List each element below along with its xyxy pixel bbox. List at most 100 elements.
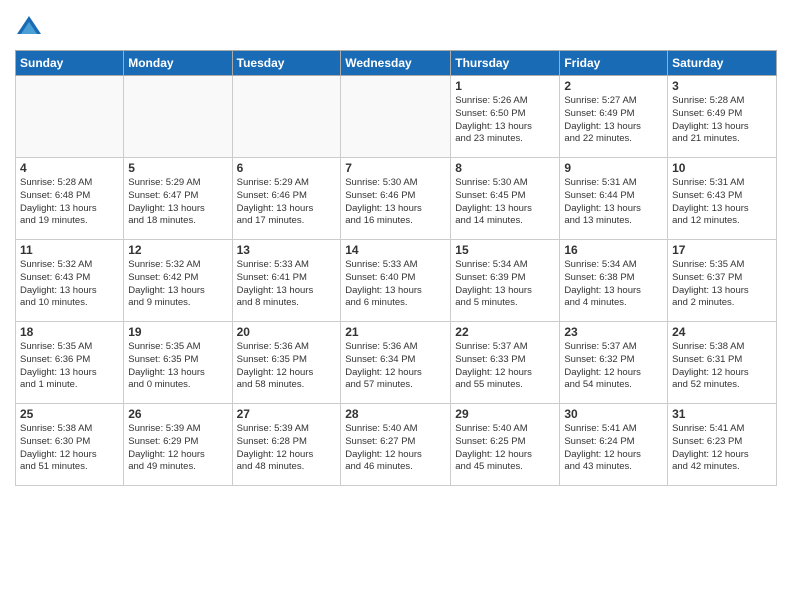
calendar-header-row: SundayMondayTuesdayWednesdayThursdayFrid… [16,51,777,76]
day-number: 31 [672,407,772,421]
day-number: 19 [128,325,227,339]
calendar-cell: 9Sunrise: 5:31 AM Sunset: 6:44 PM Daylig… [560,158,668,240]
calendar-week-4: 18Sunrise: 5:35 AM Sunset: 6:36 PM Dayli… [16,322,777,404]
day-number: 16 [564,243,663,257]
cell-content: Sunrise: 5:35 AM Sunset: 6:35 PM Dayligh… [128,341,227,392]
calendar-cell: 28 Sunrise: 5:40 AM Sunset: 6:27 PM Dayli… [341,404,451,486]
cell-content: Sunrise: 5:34 AM Sunset: 6:38 PM Dayligh… [564,259,663,310]
calendar-week-2: 4 Sunrise: 5:28 AM Sunset: 6:48 PM Daylig… [16,158,777,240]
day-number: 29 [455,407,555,421]
day-number: 13 [237,243,337,257]
calendar-cell: 17 Sunrise: 5:35 AM Sunset: 6:37 PM Dayli… [668,240,777,322]
day-number: 30 [564,407,663,421]
cell-content: Sunrise: 5:41 AM Sunset: 6:23 PM Dayligh… [672,423,772,474]
calendar-cell: 23 Sunrise: 5:37 AM Sunset: 6:32 PM Dayli… [560,322,668,404]
calendar-cell: 6 Sunrise: 5:29 AM Sunset: 6:46 PM Daylig… [232,158,341,240]
cell-content: Sunrise: 5:34 AM Sunset: 6:39 PM Dayligh… [455,259,555,310]
calendar-table: SundayMondayTuesdayWednesdayThursdayFrid… [15,50,777,486]
day-number: 20 [237,325,337,339]
day-number: 23 [564,325,663,339]
cell-content: Sunrise: 5:37 AM Sunset: 6:32 PM Dayligh… [564,341,663,392]
calendar-header-saturday: Saturday [668,51,777,76]
calendar-cell: 26 Sunrise: 5:39 AM Sunset: 6:29 PM Dayli… [124,404,232,486]
cell-content: Sunrise: 5:39 AM Sunset: 6:28 PM Dayligh… [237,423,337,474]
cell-content: Sunrise: 5:26 AM Sunset: 6:50 PM Dayligh… [455,95,555,146]
cell-content: Sunrise: 5:35 AM Sunset: 6:37 PM Dayligh… [672,259,772,310]
calendar-cell: 13 Sunrise: 5:33 AM Sunset: 6:41 PM Dayli… [232,240,341,322]
calendar-cell: 31 Sunrise: 5:41 AM Sunset: 6:23 PM Dayli… [668,404,777,486]
page-container: SundayMondayTuesdayWednesdayThursdayFrid… [0,0,792,612]
calendar-cell: 15 Sunrise: 5:34 AM Sunset: 6:39 PM Dayli… [451,240,560,322]
calendar-cell: 27 Sunrise: 5:39 AM Sunset: 6:28 PM Dayli… [232,404,341,486]
calendar-header-thursday: Thursday [451,51,560,76]
calendar-cell: 20 Sunrise: 5:36 AM Sunset: 6:35 PM Dayli… [232,322,341,404]
day-number: 12 [128,243,227,257]
calendar-cell: 8Sunrise: 5:30 AM Sunset: 6:45 PM Daylig… [451,158,560,240]
day-number: 10 [672,161,772,175]
calendar-header-tuesday: Tuesday [232,51,341,76]
calendar-cell: 25Sunrise: 5:38 AM Sunset: 6:30 PM Dayli… [16,404,124,486]
day-number: 11 [20,243,119,257]
cell-content: Sunrise: 5:32 AM Sunset: 6:42 PM Dayligh… [128,259,227,310]
day-number: 2 [564,79,663,93]
calendar-cell: 19 Sunrise: 5:35 AM Sunset: 6:35 PM Dayli… [124,322,232,404]
cell-content: Sunrise: 5:28 AM Sunset: 6:48 PM Dayligh… [20,177,119,228]
calendar-cell: 1 Sunrise: 5:26 AM Sunset: 6:50 PM Daylig… [451,76,560,158]
calendar-cell [341,76,451,158]
calendar-cell: 29 Sunrise: 5:40 AM Sunset: 6:25 PM Dayli… [451,404,560,486]
day-number: 26 [128,407,227,421]
cell-content: Sunrise: 5:36 AM Sunset: 6:35 PM Dayligh… [237,341,337,392]
calendar-cell: 2Sunrise: 5:27 AM Sunset: 6:49 PM Daylig… [560,76,668,158]
day-number: 5 [128,161,227,175]
cell-content: Sunrise: 5:31 AM Sunset: 6:44 PM Dayligh… [564,177,663,228]
day-number: 17 [672,243,772,257]
day-number: 28 [345,407,446,421]
day-number: 18 [20,325,119,339]
logo [15,14,47,42]
calendar-cell: 12 Sunrise: 5:32 AM Sunset: 6:42 PM Dayli… [124,240,232,322]
day-number: 6 [237,161,337,175]
calendar-cell: 16 Sunrise: 5:34 AM Sunset: 6:38 PM Dayli… [560,240,668,322]
day-number: 1 [455,79,555,93]
day-number: 21 [345,325,446,339]
calendar-cell [232,76,341,158]
cell-content: Sunrise: 5:29 AM Sunset: 6:47 PM Dayligh… [128,177,227,228]
calendar-cell: 30 Sunrise: 5:41 AM Sunset: 6:24 PM Dayli… [560,404,668,486]
day-number: 3 [672,79,772,93]
day-number: 27 [237,407,337,421]
calendar-week-5: 25Sunrise: 5:38 AM Sunset: 6:30 PM Dayli… [16,404,777,486]
cell-content: Sunrise: 5:40 AM Sunset: 6:27 PM Dayligh… [345,423,446,474]
day-number: 22 [455,325,555,339]
calendar-header-wednesday: Wednesday [341,51,451,76]
calendar-cell: 7 Sunrise: 5:30 AM Sunset: 6:46 PM Daylig… [341,158,451,240]
calendar-cell: 5 Sunrise: 5:29 AM Sunset: 6:47 PM Daylig… [124,158,232,240]
calendar-cell: 4 Sunrise: 5:28 AM Sunset: 6:48 PM Daylig… [16,158,124,240]
calendar-cell: 18Sunrise: 5:35 AM Sunset: 6:36 PM Dayli… [16,322,124,404]
cell-content: Sunrise: 5:36 AM Sunset: 6:34 PM Dayligh… [345,341,446,392]
day-number: 14 [345,243,446,257]
logo-icon [15,14,43,42]
cell-content: Sunrise: 5:30 AM Sunset: 6:45 PM Dayligh… [455,177,555,228]
cell-content: Sunrise: 5:33 AM Sunset: 6:40 PM Dayligh… [345,259,446,310]
calendar-cell: 10Sunrise: 5:31 AM Sunset: 6:43 PM Dayli… [668,158,777,240]
day-number: 15 [455,243,555,257]
day-number: 7 [345,161,446,175]
cell-content: Sunrise: 5:41 AM Sunset: 6:24 PM Dayligh… [564,423,663,474]
day-number: 4 [20,161,119,175]
cell-content: Sunrise: 5:30 AM Sunset: 6:46 PM Dayligh… [345,177,446,228]
cell-content: Sunrise: 5:32 AM Sunset: 6:43 PM Dayligh… [20,259,119,310]
cell-content: Sunrise: 5:37 AM Sunset: 6:33 PM Dayligh… [455,341,555,392]
calendar-cell: 11 Sunrise: 5:32 AM Sunset: 6:43 PM Dayli… [16,240,124,322]
cell-content: Sunrise: 5:29 AM Sunset: 6:46 PM Dayligh… [237,177,337,228]
calendar-cell: 24Sunrise: 5:38 AM Sunset: 6:31 PM Dayli… [668,322,777,404]
day-number: 24 [672,325,772,339]
cell-content: Sunrise: 5:33 AM Sunset: 6:41 PM Dayligh… [237,259,337,310]
cell-content: Sunrise: 5:40 AM Sunset: 6:25 PM Dayligh… [455,423,555,474]
calendar-cell: 21 Sunrise: 5:36 AM Sunset: 6:34 PM Dayli… [341,322,451,404]
day-number: 25 [20,407,119,421]
calendar-header-sunday: Sunday [16,51,124,76]
cell-content: Sunrise: 5:39 AM Sunset: 6:29 PM Dayligh… [128,423,227,474]
calendar-cell [16,76,124,158]
calendar-cell [124,76,232,158]
page-header [15,10,777,42]
